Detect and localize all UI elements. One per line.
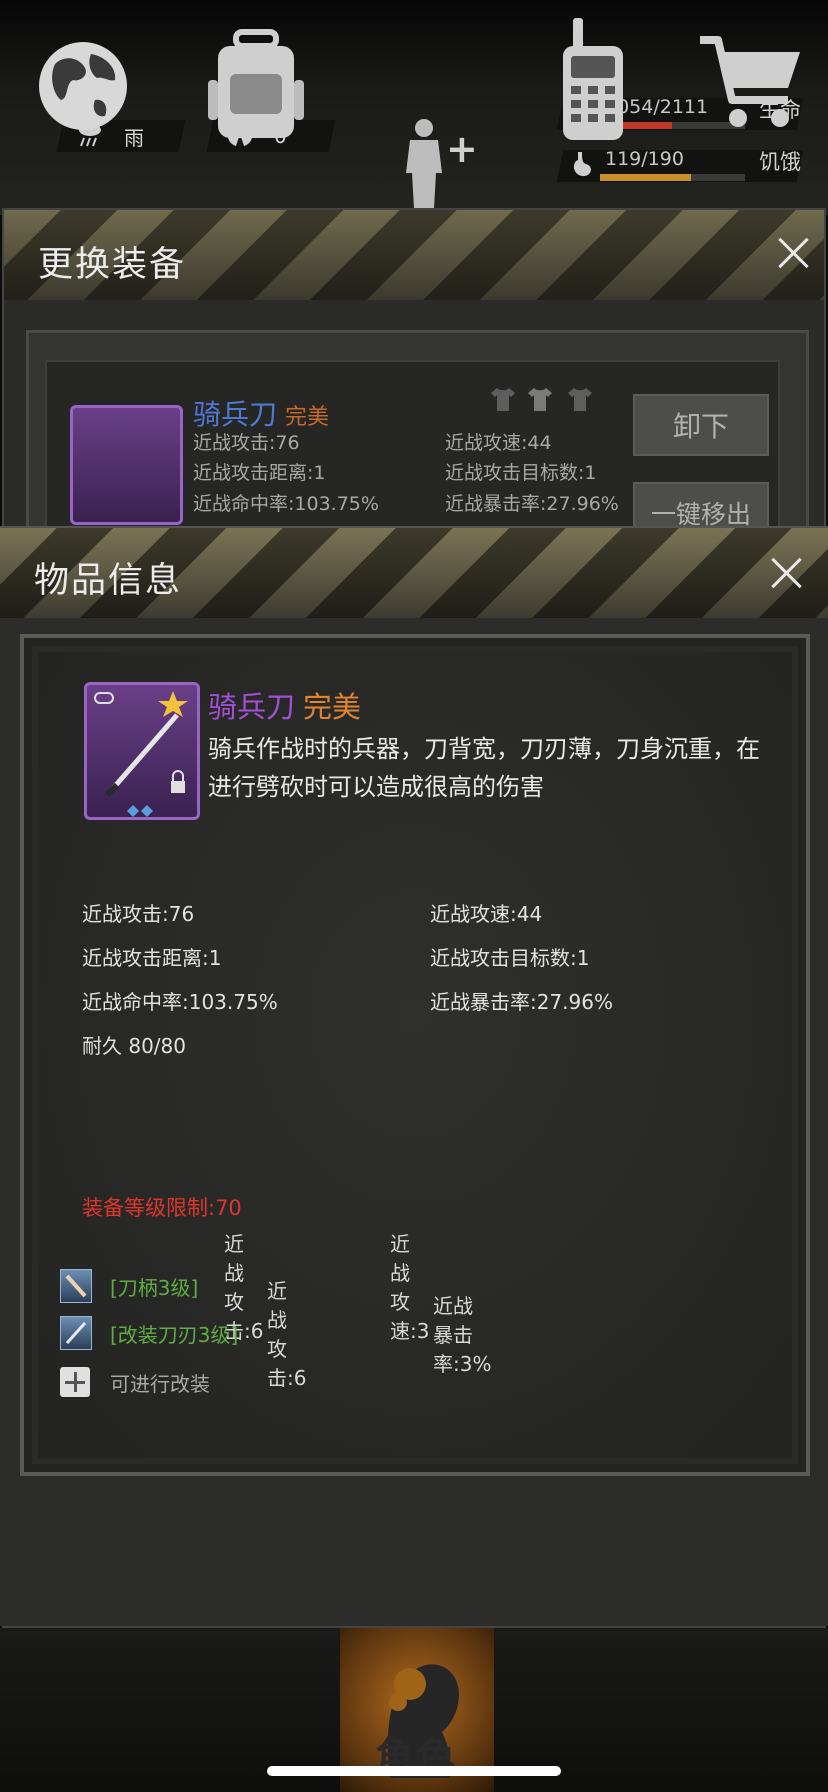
item-name-wrap: 骑兵刀 完美 (208, 684, 361, 726)
unequip-button[interactable]: 卸下 (633, 394, 769, 456)
hunger-bar: 119/190 饥饿 (560, 146, 805, 186)
stat-melee-crit: 近战暴击率:27.96% (430, 990, 613, 1014)
knife-handle-icon (60, 1269, 92, 1303)
blade-icon (60, 1316, 92, 1350)
backpack-icon[interactable] (200, 16, 320, 138)
item-info-header: 物品信息 (0, 528, 828, 618)
item-info-title: 物品信息 (34, 561, 183, 601)
equipped-stat: 近战攻击距离:1 (193, 462, 326, 484)
stat-melee-attack: 近战攻击:76 (82, 902, 195, 926)
add-icon[interactable] (60, 1367, 90, 1397)
character-silhouette-icon[interactable] (400, 118, 448, 208)
shirt-icon (489, 385, 517, 413)
equipped-stat: 近战攻击:76 (193, 432, 300, 454)
item-icon (84, 682, 200, 820)
equipped-stat: 近战暴击率:27.96% (445, 493, 619, 515)
mod-name: [改装刀刃3级] (110, 1322, 239, 1347)
equipped-item-name: 骑兵刀 (193, 398, 278, 431)
mod-row[interactable]: [刀柄3级] 近战攻击:6 近战攻速:3 (60, 1232, 429, 1343)
item-description: 骑兵作战时的兵器，刀背宽，刀刃薄，刀身沉重，在进行劈砍时可以造成很高的伤害 (208, 735, 760, 801)
hunger-track (600, 174, 745, 181)
stat-melee-range: 近战攻击距离:1 (82, 946, 222, 970)
stomach-icon (570, 150, 596, 182)
mod-name: [刀柄3级] (110, 1275, 199, 1300)
hunger-label: 饥饿 (759, 150, 801, 174)
equip-panel-header: 更换装备 (4, 210, 824, 300)
add-mod-label: 可进行改装 (110, 1371, 210, 1396)
cart-icon[interactable] (700, 16, 820, 136)
equipped-stat: 近战攻击目标数:1 (445, 462, 597, 484)
item-name: 骑兵刀 (208, 690, 296, 724)
equipped-item-thumbnail[interactable] (70, 405, 183, 525)
equipped-item-name-wrap: 骑兵刀 完美 (193, 393, 329, 433)
level-limit: 装备等级限制:70 (82, 1196, 242, 1220)
equipped-stat: 近战攻速:44 (445, 432, 552, 454)
hunger-fill (600, 174, 691, 181)
equipped-item-quality: 完美 (285, 405, 330, 430)
hunger-value: 119/190 (605, 148, 684, 170)
item-info-close-icon[interactable] (770, 556, 804, 590)
home-indicator[interactable] (267, 1766, 561, 1776)
equip-close-icon[interactable] (777, 236, 811, 270)
mod-stat: 近战暴击率:3% (433, 1293, 492, 1376)
equip-panel-title: 更换装备 (38, 245, 187, 285)
mod-stat: 近战攻击:6 (267, 1279, 307, 1390)
stat-melee-targets: 近战攻击目标数:1 (430, 946, 590, 970)
mod-stat: 近战攻速:3 (390, 1232, 430, 1343)
star-icon (158, 691, 188, 717)
globe-icon[interactable] (25, 16, 145, 136)
shirt-icon (566, 385, 594, 413)
add-mod-row[interactable]: 可进行改装 (60, 1364, 210, 1400)
mod-row[interactable]: [改装刀刃3级] 近战攻击:6 近战暴击率:3% (60, 1279, 491, 1390)
stat-melee-speed: 近战攻速:44 (430, 902, 543, 926)
heal-plus-icon[interactable]: + (446, 130, 478, 168)
stat-melee-accuracy: 近战命中率:103.75% (82, 990, 278, 1014)
item-quality: 完美 (303, 690, 362, 724)
shirt-icon (526, 385, 554, 413)
stat-durability: 耐久 80/80 (82, 1034, 186, 1058)
radio-icon[interactable] (545, 16, 665, 140)
equipped-stat: 近战命中率:103.75% (193, 493, 379, 515)
